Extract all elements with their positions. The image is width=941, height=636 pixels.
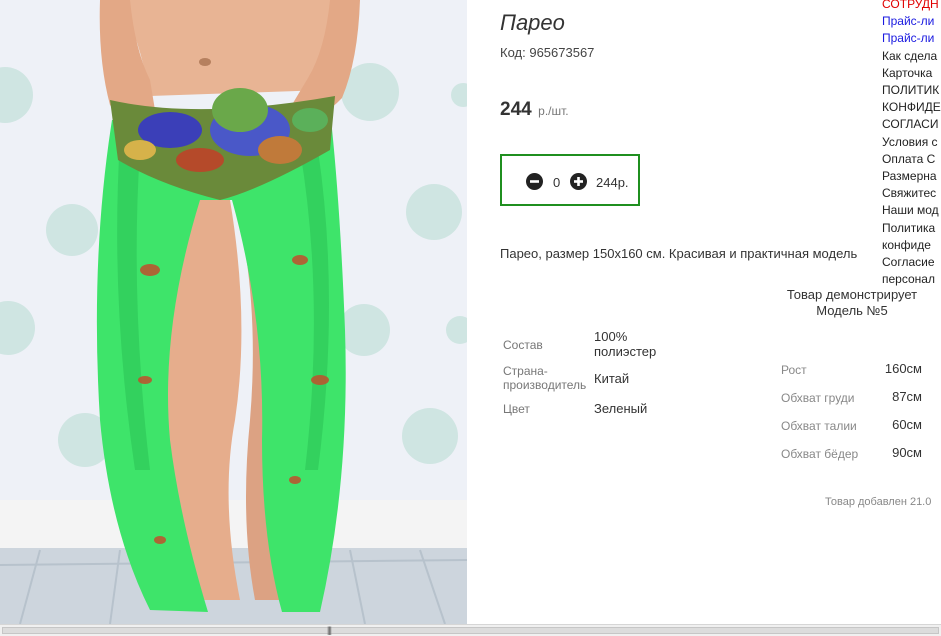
side-menu-item[interactable]: Условия с [882, 134, 941, 151]
side-menu-item[interactable]: Размерна [882, 168, 941, 185]
attribute-value: 100% полиэстер [594, 329, 657, 359]
model-label: Обхват бёдер [781, 447, 859, 461]
side-menu-item[interactable]: Свяжитес [882, 185, 941, 202]
attribute-label: Состав [503, 338, 543, 352]
side-menu-item[interactable]: конфиде [882, 237, 941, 254]
side-menu-item[interactable]: Карточка [882, 65, 941, 82]
quantity-stepper: 0 244р. [500, 154, 640, 206]
model-label: Рост [781, 363, 807, 377]
price-value: 244 [500, 99, 532, 120]
model-value: 160см [884, 361, 922, 376]
model-label: Обхват талии [781, 419, 857, 433]
side-menu-item[interactable]: СОТРУДН [882, 0, 941, 13]
model-label: Обхват груди [781, 391, 855, 405]
added-date: Товар добавлен 21.0 [825, 496, 932, 508]
model-row: Рост 160см [781, 361, 931, 379]
side-menu-item[interactable]: Прайс-ли [882, 13, 941, 30]
side-menu-item[interactable]: персонал [882, 271, 941, 286]
product-code-value: 965673567 [529, 45, 595, 60]
model-value: 90см [892, 445, 922, 460]
product-code: Код: 965673567 [500, 45, 594, 60]
product-price: 244 р./шт. [500, 99, 569, 121]
product-description: Парео, размер 150х160 см. Красивая и пра… [500, 246, 858, 261]
side-menu-item[interactable]: Как сдела [882, 48, 941, 65]
side-menu-item[interactable]: КОНФИДЕ [882, 99, 941, 116]
product-code-label: Код: [500, 45, 526, 60]
scrollbar-thumb[interactable]: ||| [2, 625, 939, 635]
side-menu-item[interactable]: ПОЛИТИК [882, 82, 941, 99]
price-unit: р./шт. [538, 104, 569, 118]
model-value: 60см [892, 417, 922, 432]
attribute-label: Цвет [503, 402, 530, 416]
grip-icon: ||| [327, 625, 332, 635]
side-menu-item[interactable]: Прайс-ли [882, 30, 941, 47]
side-menu-item[interactable]: СОГЛАСИ [882, 116, 941, 133]
product-title: Парео [500, 10, 565, 35]
side-menu-item[interactable]: Наши мод [882, 202, 941, 219]
attribute-label: Страна-производитель [503, 364, 587, 392]
model-row: Обхват бёдер 90см [781, 445, 931, 463]
model-row: Обхват груди 87см [781, 389, 931, 407]
side-menu-item[interactable]: Политика [882, 220, 941, 237]
minus-circle-icon[interactable] [526, 173, 543, 190]
side-menu-item[interactable]: Согласие [882, 254, 941, 271]
quantity-value[interactable]: 0 [553, 175, 560, 190]
attribute-value: Зеленый [594, 401, 648, 416]
product-photo[interactable] [0, 0, 467, 624]
side-menu-item[interactable]: Оплата С [882, 151, 941, 168]
horizontal-scrollbar[interactable]: ||| [0, 624, 941, 636]
quantity-total: 244р. [596, 175, 629, 190]
model-value: 87см [892, 389, 922, 404]
model-caption: Товар демонстрирует Модель №5 [786, 287, 918, 318]
plus-circle-icon[interactable] [570, 173, 587, 190]
side-menu: СОТРУДН Прайс-ли Прайс-ли Как сдела Карт… [882, 0, 941, 286]
attribute-value: Китай [594, 371, 630, 386]
model-row: Обхват талии 60см [781, 417, 931, 435]
